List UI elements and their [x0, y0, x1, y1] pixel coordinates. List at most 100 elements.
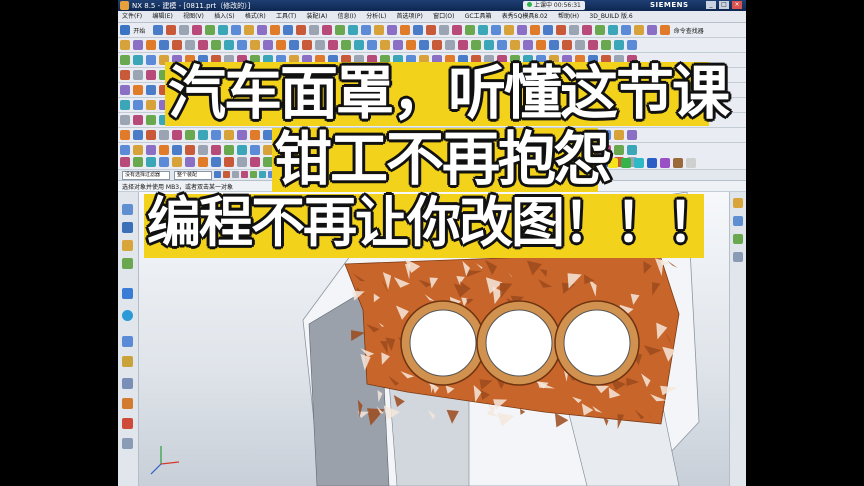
toolbar-command-icon[interactable]: [159, 85, 169, 95]
toolbar-command-icon[interactable]: [322, 171, 329, 178]
toolbar-command-icon[interactable]: [146, 145, 156, 155]
toolbar-command-icon[interactable]: [536, 40, 546, 50]
toolbar-command-icon[interactable]: [146, 55, 156, 65]
toolbar-command-icon[interactable]: [218, 25, 229, 35]
toolbar-command-icon[interactable]: [491, 25, 502, 35]
toolbar-command-icon[interactable]: [232, 171, 239, 178]
toolbar-command-icon[interactable]: [419, 115, 429, 125]
toolbar-command-icon[interactable]: [569, 25, 580, 35]
toolbar-command-icon[interactable]: [263, 115, 273, 125]
toolbar-command-icon[interactable]: [601, 40, 611, 50]
toolbar-command-icon[interactable]: [354, 70, 364, 80]
toolbar-command-icon[interactable]: [276, 70, 286, 80]
toolbar-command-icon[interactable]: [185, 85, 195, 95]
toolbar-command-icon[interactable]: [223, 171, 230, 178]
toolbar-command-icon[interactable]: [393, 85, 403, 95]
toolbar-command-icon[interactable]: [283, 25, 294, 35]
toolbar-command-icon[interactable]: [471, 40, 481, 50]
toolbar-command-icon[interactable]: [361, 25, 372, 35]
toolbar-command-icon[interactable]: [562, 100, 572, 110]
toolbar-command-icon[interactable]: [523, 157, 533, 167]
toolbar-command-icon[interactable]: [614, 85, 624, 95]
minimize-button[interactable]: _: [706, 1, 716, 9]
toolbar-command-icon[interactable]: [224, 85, 234, 95]
toolbar-command-icon[interactable]: [276, 115, 286, 125]
toolbar-command-icon[interactable]: [406, 85, 416, 95]
toolbar-command-icon[interactable]: [341, 115, 351, 125]
toolbar-command-icon[interactable]: [224, 70, 234, 80]
toolbar-command-icon[interactable]: [250, 115, 260, 125]
toolbar-command-icon[interactable]: [198, 157, 208, 167]
menu-gc-toolkit[interactable]: GC工具箱: [461, 11, 496, 22]
toolbar-command-icon[interactable]: [224, 55, 234, 65]
toolbar-command-icon[interactable]: [627, 70, 637, 80]
toolbar-command-icon[interactable]: [263, 100, 273, 110]
toolbar-command-icon[interactable]: [133, 70, 143, 80]
toolbar-command-icon[interactable]: [354, 145, 364, 155]
toolbar-command-icon[interactable]: [484, 157, 494, 167]
toolbar-command-icon[interactable]: [289, 70, 299, 80]
toolbar-command-icon[interactable]: [549, 40, 559, 50]
toolbar-command-icon[interactable]: [341, 157, 351, 167]
toolbar-command-icon[interactable]: [484, 55, 494, 65]
toolbar-command-icon[interactable]: [601, 55, 611, 65]
toolbar-command-icon[interactable]: [198, 70, 208, 80]
toolbar-command-icon[interactable]: [575, 115, 585, 125]
toolbar-command-icon[interactable]: [120, 40, 130, 50]
toolbar-command-icon[interactable]: [133, 40, 143, 50]
toolbar-command-icon[interactable]: [575, 100, 585, 110]
toolbar-command-icon[interactable]: [302, 157, 312, 167]
toolbar-command-icon[interactable]: [211, 70, 221, 80]
toolbar-command-icon[interactable]: [406, 115, 416, 125]
toolbar-command-icon[interactable]: [367, 40, 377, 50]
toolbar-command-icon[interactable]: [277, 171, 284, 178]
toolbar-command-icon[interactable]: [313, 171, 320, 178]
toolbar-command-icon[interactable]: [159, 115, 169, 125]
toolbar-command-icon[interactable]: [523, 40, 533, 50]
toolbar-command-icon[interactable]: [406, 130, 416, 140]
toolbar-command-icon[interactable]: [608, 25, 619, 35]
toolbar-command-icon[interactable]: [224, 115, 234, 125]
toolbar-command-icon[interactable]: [523, 115, 533, 125]
toolbar-command-icon[interactable]: [458, 40, 468, 50]
close-button[interactable]: ×: [732, 1, 742, 9]
toolbar-command-icon[interactable]: [328, 100, 338, 110]
toolbar-command-icon[interactable]: [133, 130, 143, 140]
toolbar-command-icon[interactable]: [315, 55, 325, 65]
toolbar-command-icon[interactable]: [406, 40, 416, 50]
toolbar-command-icon[interactable]: [250, 55, 260, 65]
toolbar-command-icon[interactable]: [315, 115, 325, 125]
toolbar-command-icon[interactable]: [387, 25, 398, 35]
toolbar-command-icon[interactable]: [302, 40, 312, 50]
toolbar-command-icon[interactable]: [393, 55, 403, 65]
nx-app-icon[interactable]: [120, 1, 129, 10]
toolbar-command-icon[interactable]: [458, 157, 468, 167]
toolbar-command-icon[interactable]: [614, 115, 624, 125]
toolbar-command-icon[interactable]: [172, 85, 182, 95]
edit-object-display-icon[interactable]: [733, 216, 743, 226]
toolbar-command-icon[interactable]: [562, 40, 572, 50]
toolbar-command-icon[interactable]: [172, 55, 182, 65]
toolbar-command-icon[interactable]: [198, 85, 208, 95]
web-browser-icon[interactable]: [122, 310, 133, 321]
toolbar-command-icon[interactable]: [562, 70, 572, 80]
toolbar-command-icon[interactable]: [172, 157, 182, 167]
toolbar-command-icon[interactable]: [380, 115, 390, 125]
toolbar-command-icon[interactable]: [380, 100, 390, 110]
toolbar-command-icon[interactable]: [478, 25, 489, 35]
toolbar-command-icon[interactable]: [575, 130, 585, 140]
toolbar-command-icon[interactable]: [289, 55, 299, 65]
toolbar-command-icon[interactable]: [627, 100, 637, 110]
toolbar-command-icon[interactable]: [497, 70, 507, 80]
toolbar-command-icon[interactable]: [315, 157, 325, 167]
toolbar-command-icon[interactable]: [588, 115, 598, 125]
toolbar-command-icon[interactable]: [549, 70, 559, 80]
menu-information[interactable]: 信息(I): [334, 11, 360, 22]
toolbar-command-icon[interactable]: [575, 85, 585, 95]
toolbar-command-icon[interactable]: [146, 40, 156, 50]
toolbar-command-icon[interactable]: [120, 85, 130, 95]
toolbar-command-icon[interactable]: [484, 130, 494, 140]
toolbar-command-icon[interactable]: [523, 55, 533, 65]
toolbar-command-icon[interactable]: [192, 25, 203, 35]
toolbar-command-icon[interactable]: [289, 157, 299, 167]
